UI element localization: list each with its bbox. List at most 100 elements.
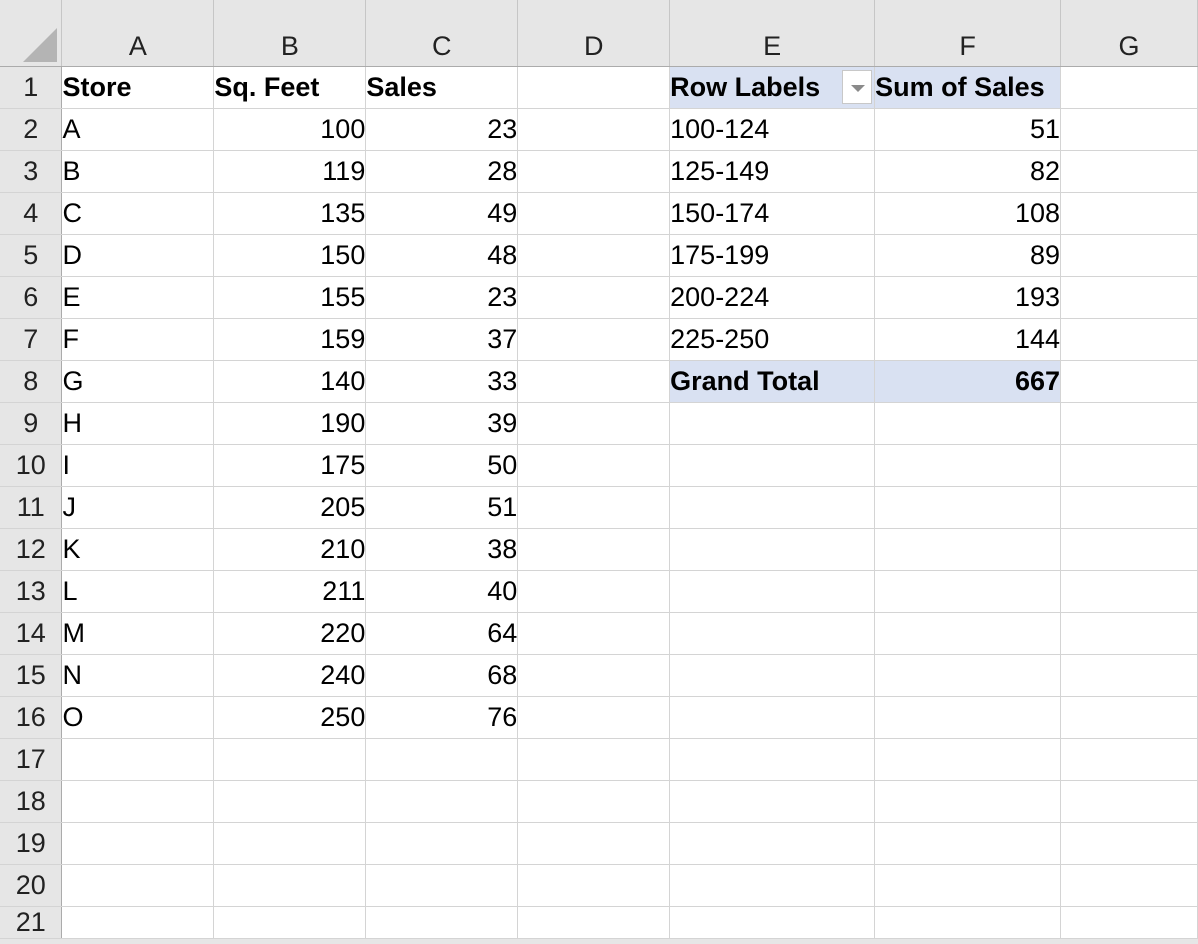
cell[interactable] — [1060, 276, 1198, 319]
cell[interactable] — [517, 276, 671, 319]
cell[interactable] — [517, 486, 671, 529]
cell[interactable] — [517, 696, 671, 739]
pivot-grand-total-value[interactable]: 667 — [874, 359, 1062, 403]
pivot-header-sum-of-sales[interactable]: Sum of Sales — [874, 66, 1062, 109]
row-header[interactable]: 18 — [0, 780, 63, 823]
cell[interactable] — [669, 780, 876, 823]
store-cell[interactable]: A — [61, 108, 215, 151]
cell[interactable] — [517, 150, 671, 193]
cell[interactable] — [669, 528, 876, 571]
sales-cell[interactable]: 49 — [365, 192, 519, 235]
sales-cell[interactable]: 23 — [365, 276, 519, 319]
store-cell[interactable]: D — [61, 234, 215, 277]
cell[interactable] — [1060, 486, 1198, 529]
row-header[interactable]: 10 — [0, 444, 63, 487]
cell[interactable] — [1060, 780, 1198, 823]
pivot-row-label[interactable]: 100-124 — [669, 108, 876, 151]
store-cell[interactable]: L — [61, 570, 215, 613]
cell[interactable] — [213, 906, 367, 939]
header-cell-sq-feet[interactable]: Sq. Feet — [213, 66, 367, 109]
cell[interactable] — [517, 654, 671, 697]
store-cell[interactable]: I — [61, 444, 215, 487]
cell[interactable] — [61, 738, 215, 781]
cell[interactable] — [61, 864, 215, 907]
column-header-f[interactable]: F — [874, 0, 1062, 67]
store-cell[interactable]: J — [61, 486, 215, 529]
sq-feet-cell[interactable]: 100 — [213, 108, 367, 151]
cell[interactable] — [213, 864, 367, 907]
pivot-row-value[interactable]: 89 — [874, 234, 1062, 277]
cell[interactable] — [517, 66, 671, 109]
cell[interactable] — [517, 402, 671, 445]
sales-cell[interactable]: 64 — [365, 612, 519, 655]
store-cell[interactable]: G — [61, 360, 215, 403]
row-header[interactable]: 6 — [0, 276, 63, 319]
row-header[interactable]: 9 — [0, 402, 63, 445]
cell[interactable] — [517, 192, 671, 235]
cell[interactable] — [1060, 864, 1198, 907]
sq-feet-cell[interactable]: 175 — [213, 444, 367, 487]
cell[interactable] — [669, 570, 876, 613]
sq-feet-cell[interactable]: 220 — [213, 612, 367, 655]
sales-cell[interactable]: 68 — [365, 654, 519, 697]
cell[interactable] — [213, 822, 367, 865]
cell[interactable] — [1060, 150, 1198, 193]
sales-cell[interactable]: 23 — [365, 108, 519, 151]
cell[interactable] — [61, 906, 215, 939]
row-header[interactable]: 11 — [0, 486, 63, 529]
cell[interactable] — [517, 318, 671, 361]
cell[interactable] — [517, 360, 671, 403]
store-cell[interactable]: N — [61, 654, 215, 697]
row-header[interactable]: 7 — [0, 318, 63, 361]
sales-cell[interactable]: 50 — [365, 444, 519, 487]
row-header[interactable]: 1 — [0, 66, 63, 109]
cell[interactable] — [517, 108, 671, 151]
cell[interactable] — [517, 570, 671, 613]
cell[interactable] — [874, 486, 1062, 529]
pivot-row-label[interactable]: 225-250 — [669, 318, 876, 361]
store-cell[interactable]: H — [61, 402, 215, 445]
pivot-row-value[interactable]: 82 — [874, 150, 1062, 193]
row-header[interactable]: 2 — [0, 108, 63, 151]
column-header-b[interactable]: B — [213, 0, 367, 67]
sq-feet-cell[interactable]: 135 — [213, 192, 367, 235]
cell[interactable] — [365, 738, 519, 781]
row-header[interactable]: 15 — [0, 654, 63, 697]
pivot-row-label[interactable]: 175-199 — [669, 234, 876, 277]
sq-feet-cell[interactable]: 119 — [213, 150, 367, 193]
sq-feet-cell[interactable]: 205 — [213, 486, 367, 529]
column-header-g[interactable]: G — [1060, 0, 1198, 67]
pivot-row-label[interactable]: 150-174 — [669, 192, 876, 235]
sq-feet-cell[interactable]: 250 — [213, 696, 367, 739]
cell[interactable] — [669, 654, 876, 697]
sq-feet-cell[interactable]: 140 — [213, 360, 367, 403]
cell[interactable] — [517, 822, 671, 865]
cell[interactable] — [669, 822, 876, 865]
row-header[interactable]: 8 — [0, 360, 63, 403]
cell[interactable] — [517, 906, 671, 939]
sales-cell[interactable]: 39 — [365, 402, 519, 445]
cell[interactable] — [517, 738, 671, 781]
column-header-c[interactable]: C — [365, 0, 519, 67]
cell[interactable] — [874, 738, 1062, 781]
sales-cell[interactable]: 76 — [365, 696, 519, 739]
cell[interactable] — [669, 696, 876, 739]
cell[interactable] — [1060, 906, 1198, 939]
sq-feet-cell[interactable]: 240 — [213, 654, 367, 697]
cell[interactable] — [1060, 612, 1198, 655]
cell[interactable] — [874, 570, 1062, 613]
cell[interactable] — [669, 612, 876, 655]
cell[interactable] — [61, 822, 215, 865]
header-cell-sales[interactable]: Sales — [365, 66, 519, 109]
cell[interactable] — [874, 612, 1062, 655]
pivot-header-row-labels[interactable]: Row Labels — [669, 66, 876, 109]
cell[interactable] — [669, 402, 876, 445]
sq-feet-cell[interactable]: 211 — [213, 570, 367, 613]
row-header[interactable]: 14 — [0, 612, 63, 655]
cell[interactable] — [1060, 192, 1198, 235]
row-header[interactable]: 5 — [0, 234, 63, 277]
cell[interactable] — [517, 864, 671, 907]
cell[interactable] — [1060, 654, 1198, 697]
cell[interactable] — [874, 402, 1062, 445]
cell[interactable] — [1060, 234, 1198, 277]
